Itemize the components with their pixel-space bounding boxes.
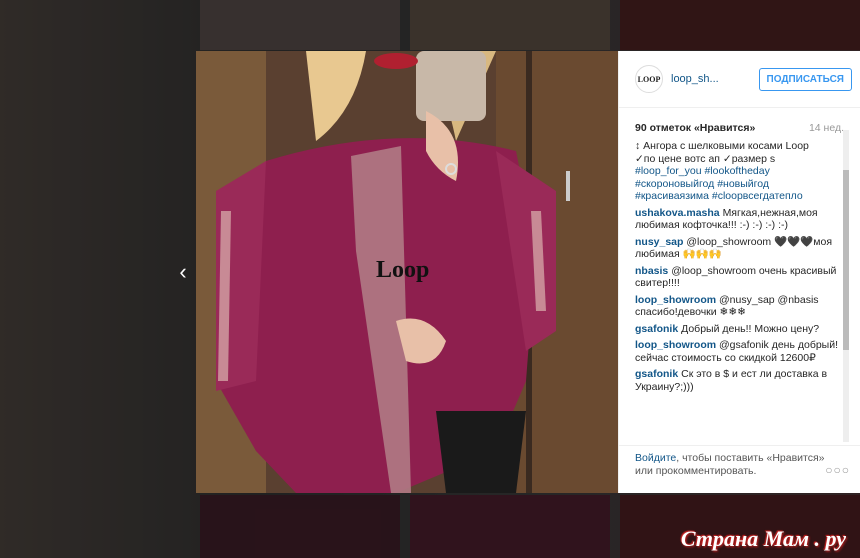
comment-user[interactable]: nusy_sap: [635, 236, 683, 248]
comment: gsafonik Добрый день!! Можно цену?: [635, 323, 844, 336]
post-modal: Loop LOOP loop_sh... ПОДПИСАТЬСЯ 90 отме…: [196, 51, 860, 493]
photo-logo-text: Loop: [376, 257, 430, 283]
caption-line: ✓по цене вотс ап ✓размер s: [635, 152, 776, 165]
caption-hashtags[interactable]: #красиваязима #cloopвсегдатепло: [635, 190, 844, 203]
follow-button[interactable]: ПОДПИСАТЬСЯ: [758, 67, 852, 91]
post-meta: 90 отметок «Нравится» 14 нед.: [619, 108, 860, 140]
avatar[interactable]: LOOP: [635, 65, 663, 93]
scrollbar-thumb[interactable]: [843, 170, 849, 350]
comment: ushakova.masha Мягкая,нежная,моя любимая…: [635, 207, 844, 232]
comments-list[interactable]: ↕ Ангора с шелковыми косами Loop ✓по цен…: [619, 140, 860, 445]
post-sidebar: LOOP loop_sh... ПОДПИСАТЬСЯ 90 отметок «…: [618, 51, 860, 493]
username-link[interactable]: loop_sh...: [671, 73, 759, 85]
comment: loop_showroom @nusy_sap @nbasis спасибо!…: [635, 294, 844, 319]
login-prompt: Войдите, чтобы поставить «Нравится» или …: [619, 445, 860, 493]
caption-hashtags[interactable]: #loop_for_you #lookoftheday: [635, 165, 844, 178]
comment-user[interactable]: loop_showroom: [635, 294, 716, 306]
caption: ↕ Ангора с шелковыми косами Loop ✓по цен…: [635, 140, 844, 203]
more-dots-icon[interactable]: ○○○: [825, 464, 850, 477]
pin-icon: ↕: [635, 140, 644, 152]
previous-post-chevron-icon[interactable]: ‹: [172, 258, 194, 286]
post-header: LOOP loop_sh... ПОДПИСАТЬСЯ: [619, 51, 860, 108]
caption-hashtags[interactable]: #скороновыйгод #новыйгод: [635, 178, 844, 191]
comment: nusy_sap @loop_showroom 🖤🖤🖤моя любимая 🙌…: [635, 236, 844, 261]
comment: loop_showroom @gsafonik день добрый!сейч…: [635, 339, 844, 364]
comment: nbasis @loop_showroom очень красивый сви…: [635, 265, 844, 290]
comment: gsafonik Ск это в $ и ест ли доставка в …: [635, 368, 844, 393]
login-link[interactable]: Войдите: [635, 452, 676, 464]
comment-user[interactable]: nbasis: [635, 265, 668, 277]
comment-user[interactable]: ushakova.masha: [635, 207, 720, 219]
comment-user[interactable]: gsafonik: [635, 323, 678, 335]
post-time[interactable]: 14 нед.: [809, 122, 844, 134]
likes-count[interactable]: 90 отметок «Нравится»: [635, 122, 755, 134]
caption-line: ↕ Ангора с шелковыми косами Loop: [635, 140, 809, 152]
post-photo[interactable]: Loop: [196, 51, 618, 493]
comment-user[interactable]: gsafonik: [635, 368, 678, 380]
comment-user[interactable]: loop_showroom: [635, 339, 716, 351]
comments-scrollbar[interactable]: [843, 130, 849, 442]
site-watermark: Страна Мам . ру: [680, 526, 846, 551]
comment-text: Добрый день!! Можно цену?: [681, 322, 820, 335]
